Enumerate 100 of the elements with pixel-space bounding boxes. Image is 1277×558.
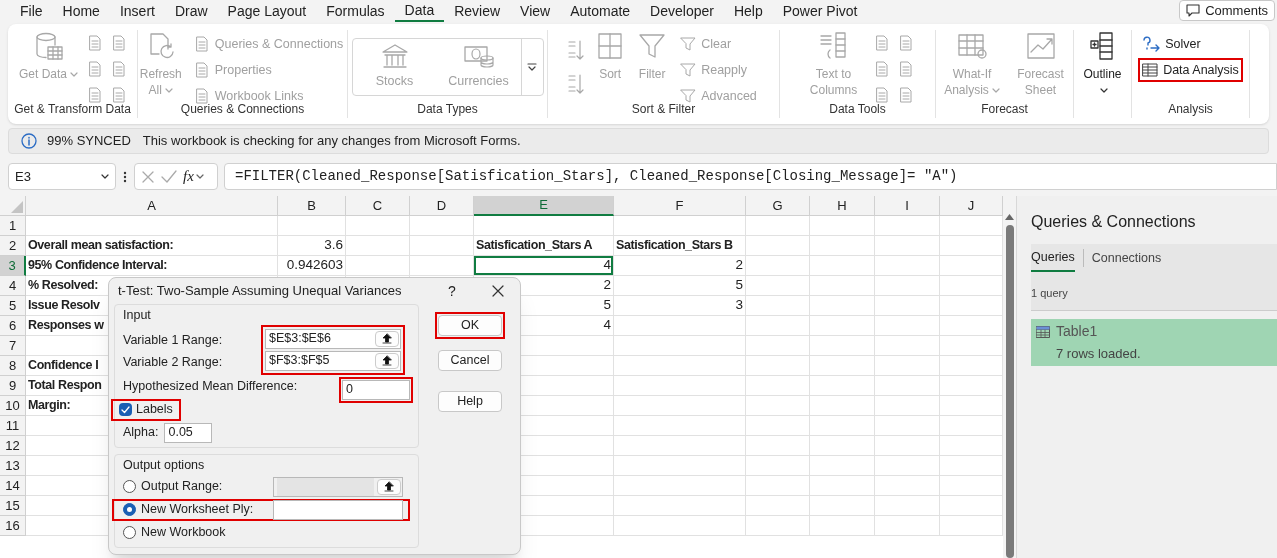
menu-tab[interactable]: Automate xyxy=(560,0,641,22)
ribbon-button[interactable]: Solver xyxy=(1142,34,1201,54)
table-cell[interactable] xyxy=(746,516,810,536)
input-field[interactable]: 0.05 xyxy=(164,422,213,443)
menu-tab[interactable]: Draw xyxy=(164,0,218,22)
table-cell[interactable] xyxy=(810,516,875,536)
column-header[interactable]: I xyxy=(875,196,940,216)
table-cell[interactable] xyxy=(810,216,875,236)
checkbox-mark[interactable] xyxy=(119,403,132,417)
table-cell[interactable] xyxy=(614,376,746,396)
column-header[interactable]: G xyxy=(746,196,810,216)
table-cell[interactable] xyxy=(746,476,810,496)
row-header[interactable]: 10 xyxy=(0,396,26,416)
input-field[interactable]: 0 xyxy=(342,379,410,400)
scroll-up-icon[interactable] xyxy=(1005,214,1014,220)
table-cell[interactable] xyxy=(810,376,875,396)
table-cell[interactable] xyxy=(875,276,940,296)
comments-button[interactable]: Comments xyxy=(1179,0,1275,21)
table-cell[interactable] xyxy=(875,376,940,396)
table-cell[interactable] xyxy=(875,256,940,276)
table-cell[interactable] xyxy=(746,216,810,236)
table-cell[interactable]: 2 xyxy=(614,256,746,276)
table-cell[interactable] xyxy=(746,356,810,376)
picker-button[interactable] xyxy=(375,330,399,347)
row-header[interactable]: 7 xyxy=(0,336,26,356)
row-header[interactable]: 3 xyxy=(0,256,26,276)
table-cell[interactable] xyxy=(614,456,746,476)
menu-tab[interactable]: File xyxy=(10,0,53,22)
table-cell[interactable]: 5 xyxy=(614,276,746,296)
picker-button[interactable] xyxy=(375,352,399,369)
table-cell[interactable] xyxy=(746,376,810,396)
scroll-thumb[interactable] xyxy=(1005,225,1014,558)
menu-tab[interactable]: Developer xyxy=(640,0,724,22)
select-all-icon[interactable] xyxy=(11,201,23,213)
table-cell[interactable]: Satisfication_Stars A xyxy=(474,236,614,256)
cancel-icon[interactable] xyxy=(141,169,155,184)
table-cell[interactable] xyxy=(614,316,746,336)
check-icon[interactable] xyxy=(161,169,177,184)
ribbon-button[interactable]: Data Analysis xyxy=(1142,60,1239,80)
labels-checkbox[interactable]: Labels xyxy=(116,401,176,418)
dialog-button[interactable]: OK xyxy=(438,315,502,336)
table-cell[interactable] xyxy=(810,336,875,356)
row-header[interactable]: 11 xyxy=(0,416,26,436)
table-cell[interactable] xyxy=(746,276,810,296)
table-cell[interactable] xyxy=(810,496,875,516)
table-cell[interactable] xyxy=(810,456,875,476)
menu-tab[interactable]: Formulas xyxy=(316,0,395,22)
range-field[interactable]: $F$3:$F$5 xyxy=(265,350,401,371)
menu-tab[interactable]: Insert xyxy=(109,0,165,22)
table-cell[interactable] xyxy=(746,296,810,316)
icon-button[interactable] xyxy=(86,60,104,78)
table-cell[interactable] xyxy=(746,456,810,476)
table-cell[interactable] xyxy=(746,416,810,436)
table-cell[interactable] xyxy=(875,456,940,476)
table-cell[interactable] xyxy=(614,476,746,496)
table-cell[interactable] xyxy=(746,316,810,336)
table-cell[interactable] xyxy=(614,396,746,416)
table-cell[interactable] xyxy=(410,236,474,256)
dialog-button[interactable]: Help xyxy=(438,391,502,412)
row-header[interactable]: 14 xyxy=(0,476,26,496)
table-cell[interactable]: 0.942603 xyxy=(278,256,346,276)
table-cell[interactable] xyxy=(810,316,875,336)
table-cell[interactable] xyxy=(810,356,875,376)
row-header[interactable]: 1 xyxy=(0,216,26,236)
table-cell[interactable] xyxy=(810,256,875,276)
row-header[interactable]: 2 xyxy=(0,236,26,256)
row-header[interactable]: 9 xyxy=(0,376,26,396)
column-header[interactable]: F xyxy=(614,196,746,216)
table-cell[interactable] xyxy=(875,476,940,496)
radio-option[interactable]: New Workbook xyxy=(123,523,273,542)
table-cell[interactable] xyxy=(810,276,875,296)
table-cell[interactable] xyxy=(746,436,810,456)
icon-button[interactable] xyxy=(110,60,128,78)
table-cell[interactable] xyxy=(410,256,474,276)
table-cell[interactable] xyxy=(875,336,940,356)
icon-button[interactable] xyxy=(86,86,104,104)
column-header[interactable]: A xyxy=(26,196,278,216)
table-cell[interactable] xyxy=(875,216,940,236)
table-cell[interactable] xyxy=(810,236,875,256)
radio-mark[interactable] xyxy=(123,526,136,539)
column-header[interactable]: D xyxy=(410,196,474,216)
row-header[interactable]: 6 xyxy=(0,316,26,336)
range-field[interactable]: $E$3:$E$6 xyxy=(265,328,401,349)
table-cell[interactable] xyxy=(810,396,875,416)
table-cell[interactable] xyxy=(810,296,875,316)
table-cell[interactable] xyxy=(875,396,940,416)
panel-tab[interactable]: Connections xyxy=(1091,244,1162,272)
table-cell[interactable] xyxy=(875,296,940,316)
table-cell[interactable] xyxy=(875,316,940,336)
table-cell[interactable] xyxy=(614,356,746,376)
table-cell[interactable]: Overall mean satisfaction: xyxy=(26,236,278,256)
range-field[interactable] xyxy=(273,499,403,520)
row-header[interactable]: 4 xyxy=(0,276,26,296)
table-cell[interactable] xyxy=(614,436,746,456)
ribbon-button[interactable]: Outline xyxy=(1077,30,1128,98)
row-header[interactable]: 5 xyxy=(0,296,26,316)
column-header[interactable]: H xyxy=(810,196,875,216)
menu-tab[interactable]: Data xyxy=(394,0,445,22)
radio-mark[interactable] xyxy=(123,503,136,516)
dialog-button[interactable]: Cancel xyxy=(438,350,502,371)
